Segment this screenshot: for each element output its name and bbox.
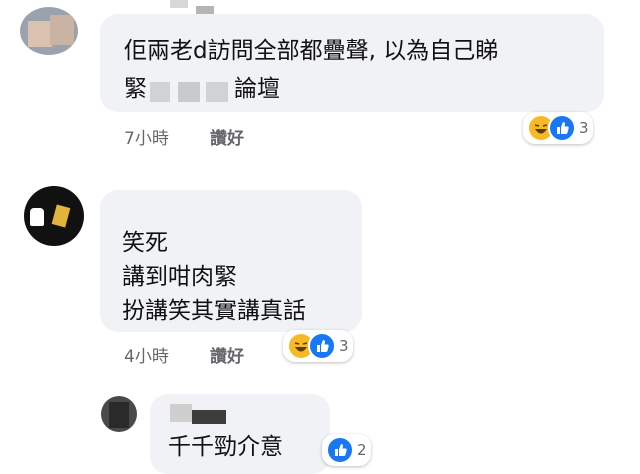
redacted-commenter-name xyxy=(170,404,192,422)
comment-text: 佢兩老d訪問全部都疊聲, 以為自己睇 xyxy=(124,38,499,64)
like-icon xyxy=(326,436,354,464)
commenter-avatar[interactable] xyxy=(101,396,137,432)
comment-timestamp[interactable]: 4小時 xyxy=(124,342,169,367)
commenter-avatar[interactable] xyxy=(20,7,78,55)
reaction-summary[interactable]: 3 xyxy=(283,330,353,362)
comment-text-line: 扮講笑其實講真話 xyxy=(122,298,306,324)
redacted-text xyxy=(178,82,200,102)
like-icon xyxy=(548,114,576,142)
comment-text: 緊 xyxy=(124,76,147,102)
like-link[interactable]: 讚好 xyxy=(210,124,244,149)
like-icon xyxy=(308,332,336,360)
redacted-commenter-name xyxy=(192,410,226,424)
comment-text-line: 講到咁肉緊 xyxy=(122,264,237,290)
redacted-commenter-name xyxy=(170,0,188,8)
comment-text: 千千勁介意 xyxy=(168,434,283,460)
redacted-text xyxy=(206,82,228,102)
reaction-summary[interactable]: 3 xyxy=(523,112,593,144)
reaction-count: 2 xyxy=(357,441,367,459)
reaction-count: 3 xyxy=(339,337,349,355)
commenter-avatar[interactable] xyxy=(24,186,84,246)
like-link[interactable]: 讚好 xyxy=(210,342,244,367)
comment-text-line: 笑死 xyxy=(122,230,168,256)
comment-timestamp[interactable]: 7小時 xyxy=(124,124,169,149)
reaction-summary[interactable]: 2 xyxy=(322,434,371,466)
reaction-count: 3 xyxy=(579,119,589,137)
redacted-text xyxy=(150,82,170,102)
comment-text: 論壇 xyxy=(234,76,280,102)
